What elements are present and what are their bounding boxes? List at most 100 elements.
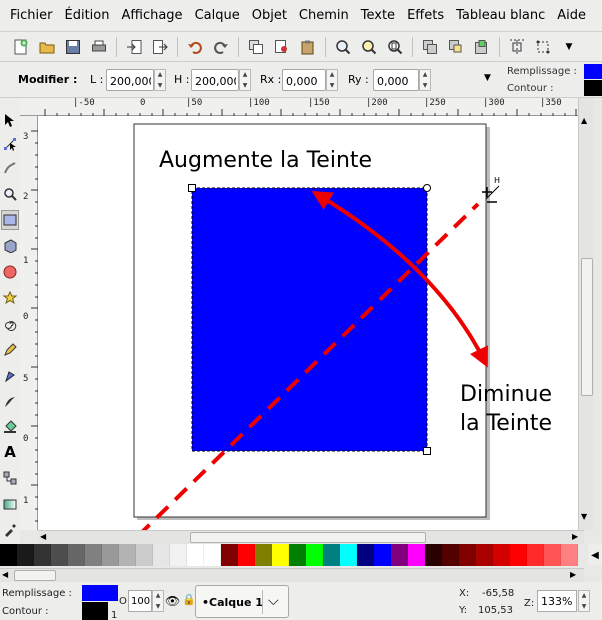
connector-tool-icon[interactable] — [1, 468, 19, 488]
width-input[interactable] — [106, 69, 154, 91]
zoom-spinner[interactable]: ▲ ▼ — [578, 590, 590, 612]
palette-swatch[interactable] — [0, 544, 17, 566]
menu-tableau-blanc[interactable]: Tableau blanc — [450, 8, 551, 23]
open-icon[interactable] — [36, 36, 58, 58]
chevron-down-icon[interactable]: ⌵ — [268, 593, 279, 609]
visibility-eye-icon[interactable]: 👁 — [165, 594, 180, 608]
height-spinner[interactable]: ▲ ▼ — [239, 69, 251, 91]
vertical-scrollbar[interactable]: ▲ ▼ — [578, 98, 594, 530]
palette-scrollbar[interactable]: ◀ ▶ — [0, 568, 584, 582]
scroll-down-icon[interactable]: ▼ — [581, 512, 587, 521]
palette-swatch[interactable] — [459, 544, 476, 566]
palette-swatch[interactable] — [204, 544, 221, 566]
text-tool-icon[interactable]: A — [1, 442, 19, 462]
palette-swatch[interactable] — [136, 544, 153, 566]
palette-swatch[interactable] — [374, 544, 391, 566]
lock-icon[interactable]: 🔒 — [182, 593, 196, 606]
chevron-down-icon[interactable]: ▼ — [484, 73, 491, 83]
export-icon[interactable] — [149, 36, 171, 58]
gradient-tool-icon[interactable] — [1, 494, 19, 514]
rectangle-tool-icon[interactable] — [1, 210, 19, 230]
palette-swatch[interactable] — [425, 544, 442, 566]
zoom-tool-icon[interactable] — [1, 184, 19, 204]
status-stroke-swatch[interactable] — [82, 602, 108, 620]
palette-swatch[interactable] — [238, 544, 255, 566]
palette-swatch[interactable] — [323, 544, 340, 566]
paste-icon[interactable] — [297, 36, 319, 58]
palette-swatch[interactable] — [493, 544, 510, 566]
zoom-drawing-icon[interactable] — [358, 36, 380, 58]
palette-swatch[interactable] — [442, 544, 459, 566]
zoom-input[interactable] — [537, 590, 577, 612]
palette-scroll-thumb[interactable] — [14, 570, 56, 581]
zoom-selection-icon[interactable] — [332, 36, 354, 58]
palette-swatch[interactable] — [102, 544, 119, 566]
palette-swatch[interactable] — [51, 544, 68, 566]
palette-swatch[interactable] — [272, 544, 289, 566]
fill-swatch[interactable] — [584, 64, 602, 79]
node-tool-icon[interactable] — [1, 134, 19, 154]
vertical-scroll-thumb[interactable] — [581, 258, 593, 396]
palette-swatch[interactable] — [17, 544, 34, 566]
palette-swatch[interactable] — [357, 544, 374, 566]
palette-menu-icon[interactable]: ◀ — [588, 544, 602, 566]
tweak-tool-icon[interactable] — [1, 158, 19, 178]
palette-swatch[interactable] — [340, 544, 357, 566]
stroke-swatch[interactable] — [584, 80, 602, 96]
height-input[interactable] — [191, 69, 239, 91]
star-tool-icon[interactable] — [1, 288, 19, 308]
palette-swatch[interactable] — [153, 544, 170, 566]
dropper-tool-icon[interactable] — [1, 520, 19, 540]
palette-swatch[interactable] — [170, 544, 187, 566]
undo-icon[interactable] — [184, 36, 206, 58]
palette-swatch[interactable] — [510, 544, 527, 566]
opacity-input[interactable] — [128, 590, 152, 612]
menu-fichier[interactable]: Fichier — [4, 8, 59, 23]
palette-swatch[interactable] — [221, 544, 238, 566]
palette-swatch[interactable] — [85, 544, 102, 566]
width-spinner[interactable]: ▲ ▼ — [154, 69, 166, 91]
pen-tool-icon[interactable] — [1, 366, 19, 386]
transform-icon[interactable] — [532, 36, 554, 58]
menu-effets[interactable]: Effets — [401, 8, 450, 23]
drawing-canvas[interactable]: Augmente la Teinte Diminue la Teinte H — [38, 116, 578, 530]
palette-swatch[interactable] — [119, 544, 136, 566]
scroll-right-icon[interactable]: ▶ — [572, 532, 578, 541]
pencil-tool-icon[interactable] — [1, 340, 19, 360]
rx-spinner[interactable]: ▲ ▼ — [326, 69, 338, 91]
scroll-left-icon[interactable]: ◀ — [2, 570, 8, 579]
menu-aide[interactable]: Aide — [551, 8, 592, 23]
rx-input[interactable] — [282, 69, 326, 91]
palette-swatch[interactable] — [476, 544, 493, 566]
ry-spinner[interactable]: ▲ ▼ — [419, 69, 431, 91]
selector-tool-icon[interactable] — [1, 110, 19, 130]
status-fill-swatch[interactable] — [82, 585, 118, 601]
save-icon[interactable] — [62, 36, 84, 58]
layer-selector[interactable]: •Calque 1 ⌵ — [195, 585, 289, 618]
zoom-page-icon[interactable] — [384, 36, 406, 58]
paint-bucket-tool-icon[interactable] — [1, 416, 19, 436]
calligraphy-tool-icon[interactable] — [1, 392, 19, 412]
new-document-icon[interactable] — [10, 36, 32, 58]
duplicate-icon[interactable] — [245, 36, 267, 58]
menu-texte[interactable]: Texte — [355, 8, 401, 23]
opacity-spinner[interactable]: ▲ ▼ — [152, 590, 164, 612]
3d-box-tool-icon[interactable] — [1, 236, 19, 256]
scroll-up-icon[interactable]: ▲ — [581, 116, 587, 125]
menu-affichage[interactable]: Affichage — [115, 8, 188, 23]
scroll-right-icon[interactable]: ▶ — [570, 570, 576, 579]
chevron-down-icon[interactable]: ▼ — [558, 36, 580, 58]
palette-swatch[interactable] — [527, 544, 544, 566]
group-icon[interactable] — [419, 36, 441, 58]
menu-edition[interactable]: Édition — [59, 8, 116, 23]
palette-swatch[interactable] — [187, 544, 204, 566]
palette-swatch[interactable] — [255, 544, 272, 566]
ellipse-tool-icon[interactable] — [1, 262, 19, 282]
scroll-left-icon[interactable]: ◀ — [40, 532, 46, 541]
menu-objet[interactable]: Objet — [246, 8, 293, 23]
ry-input[interactable] — [373, 69, 419, 91]
palette-swatch[interactable] — [391, 544, 408, 566]
cut-icon[interactable] — [271, 36, 293, 58]
palette-swatch[interactable] — [68, 544, 85, 566]
palette-swatch[interactable] — [561, 544, 578, 566]
